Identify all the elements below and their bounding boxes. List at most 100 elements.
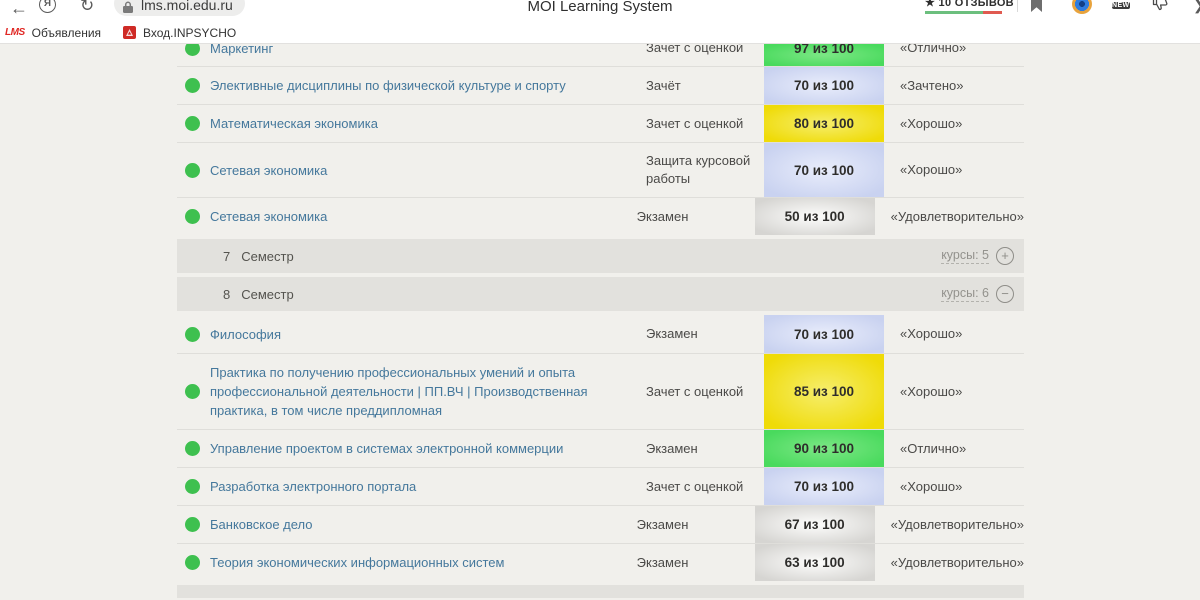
reviews-rating-bar: [925, 11, 1007, 14]
course-link[interactable]: Философия: [210, 316, 646, 353]
status-dot-icon: [185, 116, 200, 131]
exam-type: Экзамен: [646, 316, 764, 352]
grades-table: МаркетингЗачет с оценкой97 из 100«Отличн…: [177, 44, 1024, 598]
score-cell: 63 из 100: [755, 544, 875, 581]
semester-label: Семестр: [241, 249, 293, 264]
status-dot-icon: [185, 78, 200, 93]
course-link[interactable]: Сетевая экономика: [210, 152, 646, 189]
exam-type: Защита курсовой работы: [646, 143, 764, 197]
status-dot-icon: [185, 327, 200, 342]
grade-text: «Удовлетворительно»: [875, 199, 1024, 235]
score-value: 80 из 100: [794, 116, 854, 131]
status-dot-icon: [185, 163, 200, 178]
collapse-icon[interactable]: −: [996, 285, 1014, 303]
status-dot-icon: [185, 555, 200, 570]
table-row: Элективные дисциплины по физической куль…: [177, 66, 1024, 104]
grade-text: «Удовлетворительно»: [875, 507, 1024, 543]
inpsycho-favicon: [123, 26, 136, 39]
page-title: MOI Learning System: [0, 0, 1200, 15]
score-cell: 70 из 100: [764, 315, 884, 353]
status-dot-cell: [177, 555, 210, 570]
course-link[interactable]: Банковское дело: [210, 506, 637, 543]
score-cell: 80 из 100: [764, 105, 884, 142]
rating-bar-positive: [925, 11, 983, 14]
status-dot-icon: [185, 517, 200, 532]
course-link[interactable]: Разработка электронного портала: [210, 468, 646, 505]
table-row: Теория экономических информационных сист…: [177, 543, 1024, 581]
reviews-widget[interactable]: ★ 10 отзывов: [925, 0, 1007, 14]
grade-text: «Отлично»: [884, 44, 1024, 66]
exam-type: Экзамен: [646, 431, 764, 467]
status-dot-icon: [185, 441, 200, 456]
course-link[interactable]: Математическая экономика: [210, 105, 646, 142]
new-extension-icon[interactable]: NEW: [1112, 0, 1136, 12]
score-cell: 90 из 100: [764, 430, 884, 467]
score-value: 70 из 100: [794, 479, 854, 494]
score-cell: 50 из 100: [755, 198, 875, 235]
grade-text: «Хорошо»: [884, 106, 1024, 142]
browser-chrome: ← Я ↻ lms.moi.edu.ru MOI Learning System…: [0, 0, 1200, 44]
exam-type: Экзамен: [637, 199, 755, 235]
score-value: 50 из 100: [785, 209, 845, 224]
status-dot-cell: [177, 327, 210, 342]
new-badge-label: NEW: [1112, 2, 1130, 9]
table-row: МаркетингЗачет с оценкой97 из 100«Отличн…: [177, 44, 1024, 66]
status-dot-cell: [177, 48, 210, 63]
lms-favicon: LMS: [5, 27, 25, 38]
status-dot-cell: [177, 163, 210, 178]
grade-text: «Отлично»: [884, 431, 1024, 467]
semester-number: 7: [223, 249, 230, 264]
table-row: Практика по получению профессиональных у…: [177, 353, 1024, 429]
course-link[interactable]: Сетевая экономика: [210, 198, 637, 235]
score-value: 67 из 100: [785, 517, 845, 532]
score-cell: 67 из 100: [755, 506, 875, 543]
grade-text: «Зачтено»: [884, 68, 1024, 104]
table-row: Управление проектом в системах электронн…: [177, 429, 1024, 467]
table-row: Сетевая экономикаЭкзамен 50 из 100 «Удовле…: [177, 197, 1024, 235]
browser-toolbar: ← Я ↻ lms.moi.edu.ru MOI Learning System…: [0, 0, 1200, 21]
exam-type: Зачет с оценкой: [646, 44, 764, 66]
course-link[interactable]: Маркетинг: [210, 44, 646, 66]
bookmark-inpsycho-login[interactable]: Вход.INPSYCHO: [123, 26, 236, 40]
exam-type: Зачёт: [646, 68, 764, 104]
score-value: 70 из 100: [794, 163, 854, 178]
clipped-edge-icon: ❯: [1193, 0, 1200, 14]
status-dot-icon: [185, 384, 200, 399]
score-cell: 70 из 100: [764, 143, 884, 197]
exam-type: Экзамен: [637, 507, 755, 543]
bookmark-announcements[interactable]: LMS Объявления: [5, 26, 101, 40]
score-cell: 70 из 100: [764, 468, 884, 505]
status-dot-cell: [177, 209, 210, 224]
course-link[interactable]: Элективные дисциплины по физической куль…: [210, 67, 646, 104]
toolbar-separator: [1017, 0, 1018, 12]
thumbs-down-icon[interactable]: [1152, 0, 1169, 17]
star-icon: ★: [925, 0, 935, 9]
expand-icon[interactable]: +: [996, 247, 1014, 265]
score-value: 90 из 100: [794, 441, 854, 456]
course-link[interactable]: Управление проектом в системах электронн…: [210, 430, 646, 467]
grade-text: «Хорошо»: [884, 374, 1024, 410]
status-dot-icon: [185, 209, 200, 224]
grade-text: «Удовлетворительно»: [875, 545, 1024, 581]
semester-header-row-partial: [177, 585, 1024, 598]
course-link[interactable]: Теория экономических информационных сист…: [210, 544, 637, 581]
score-value: 63 из 100: [785, 555, 845, 570]
courses-count-link[interactable]: курсы: 5: [941, 248, 989, 264]
table-row: Математическая экономикаЗачет с оценкой 8…: [177, 104, 1024, 142]
courses-count-link[interactable]: курсы: 6: [941, 286, 989, 302]
table-row: Разработка электронного порталаЗачет с о…: [177, 467, 1024, 505]
course-link[interactable]: Практика по получению профессиональных у…: [210, 354, 646, 429]
semester-header-row: 8Семестркурсы: 6−: [177, 277, 1024, 311]
status-dot-cell: [177, 78, 210, 93]
exam-type: Зачет с оценкой: [646, 469, 764, 505]
status-dot-icon: [185, 44, 200, 56]
score-value: 85 из 100: [794, 384, 854, 399]
exam-type: Зачет с оценкой: [646, 106, 764, 142]
exam-type: Зачет с оценкой: [646, 374, 764, 410]
grade-text: «Хорошо»: [884, 469, 1024, 505]
lms-page: МаркетингЗачет с оценкой97 из 100«Отличн…: [0, 44, 1200, 599]
score-cell: 70 из 100: [764, 67, 884, 104]
table-row: ФилософияЭкзамен70 из 100«Хорошо»: [177, 315, 1024, 353]
score-value: 70 из 100: [794, 78, 854, 93]
grade-text: «Хорошо»: [884, 152, 1024, 188]
